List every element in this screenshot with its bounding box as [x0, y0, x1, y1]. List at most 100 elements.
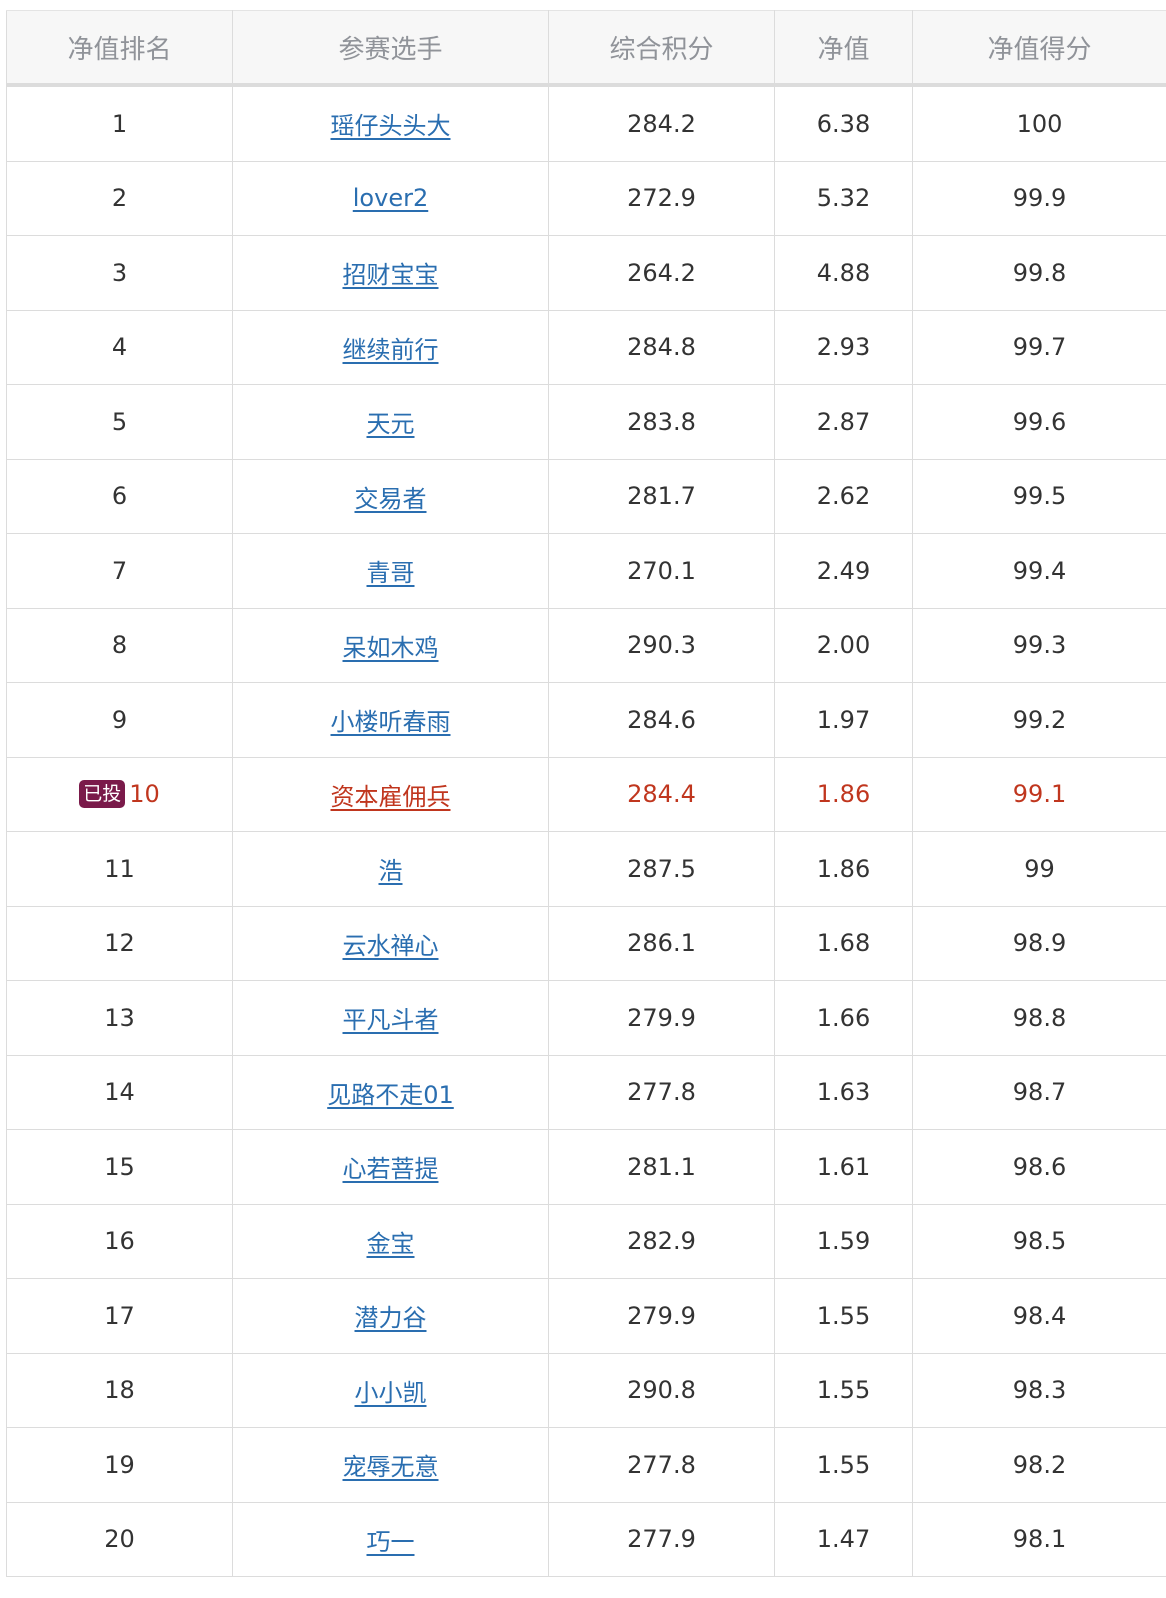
- player-link[interactable]: 潜力谷: [355, 1304, 427, 1332]
- column-header-rank[interactable]: 净值排名: [6, 10, 233, 87]
- net-value-cell: 1.86: [774, 831, 913, 907]
- player-link[interactable]: 金宝: [367, 1230, 415, 1258]
- player-link[interactable]: 巧一: [367, 1528, 415, 1556]
- player-link[interactable]: 小楼听春雨: [331, 708, 451, 736]
- total-score-cell: 281.1: [548, 1129, 775, 1205]
- rank-value: 14: [104, 1078, 135, 1107]
- player-link[interactable]: 宠辱无意: [343, 1453, 439, 1481]
- player-cell: 资本雇佣兵: [232, 756, 549, 832]
- player-cell: 心若菩提: [232, 1129, 549, 1205]
- rank-cell: 17: [6, 1278, 233, 1354]
- net-value-score-cell: 98.2: [912, 1427, 1166, 1503]
- total-score-cell: 270.1: [548, 533, 775, 609]
- player-link[interactable]: 青哥: [367, 559, 415, 587]
- table-row: 4 继续前行 284.8 2.93 99.7: [6, 309, 1166, 385]
- table-row: 6 交易者 281.7 2.62 99.5: [6, 458, 1166, 534]
- net-value-score-cell: 99.5: [912, 458, 1166, 534]
- player-cell: 宠辱无意: [232, 1427, 549, 1503]
- total-score-cell: 279.9: [548, 1278, 775, 1354]
- rank-value: 9: [111, 705, 128, 734]
- net-value-cell: 1.86: [774, 756, 913, 832]
- rank-cell: 11: [6, 831, 233, 907]
- total-score-cell: 284.2: [548, 84, 775, 162]
- rank-cell: 18: [6, 1352, 233, 1428]
- player-link[interactable]: 招财宝宝: [343, 261, 439, 289]
- rank-cell: 2: [6, 160, 233, 236]
- table-row: 2 lover2 272.9 5.32 99.9: [6, 160, 1166, 236]
- table-row: 7 青哥 270.1 2.49 99.4: [6, 533, 1166, 609]
- player-link[interactable]: 天元: [367, 410, 415, 438]
- net-value-score-cell: 98.1: [912, 1501, 1166, 1577]
- net-value-cell: 4.88: [774, 235, 913, 311]
- net-value-score-cell: 98.3: [912, 1352, 1166, 1428]
- rank-value: 4: [111, 333, 128, 362]
- ranking-table-container: 净值排名 参赛选手 综合积分 净值 净值得分 1 瑶仔头头大 284.2 6.38 10…: [6, 10, 1166, 1577]
- rank-value: 19: [104, 1450, 135, 1479]
- total-score-cell: 277.9: [548, 1501, 775, 1577]
- net-value-score-cell: 100: [912, 84, 1166, 162]
- table-row: 16 金宝 282.9 1.59 98.5: [6, 1203, 1166, 1279]
- player-link[interactable]: 平凡斗者: [343, 1006, 439, 1034]
- net-value-cell: 1.55: [774, 1427, 913, 1503]
- player-cell: 平凡斗者: [232, 980, 549, 1056]
- player-link[interactable]: 云水禅心: [343, 932, 439, 960]
- rank-cell: 19: [6, 1427, 233, 1503]
- net-value-cell: 1.97: [774, 682, 913, 758]
- total-score-cell: 277.8: [548, 1054, 775, 1130]
- total-score-cell: 284.6: [548, 682, 775, 758]
- player-link[interactable]: 心若菩提: [343, 1155, 439, 1183]
- player-cell: 潜力谷: [232, 1278, 549, 1354]
- total-score-cell: 281.7: [548, 458, 775, 534]
- player-link[interactable]: 浩: [379, 857, 403, 885]
- net-value-cell: 1.47: [774, 1501, 913, 1577]
- player-link[interactable]: 见路不走01: [327, 1081, 454, 1109]
- net-value-score-cell: 99.3: [912, 607, 1166, 683]
- rank-value: 18: [104, 1376, 135, 1405]
- net-value-score-cell: 98.5: [912, 1203, 1166, 1279]
- player-cell: 巧一: [232, 1501, 549, 1577]
- total-score-cell: 287.5: [548, 831, 775, 907]
- total-score-cell: 284.8: [548, 309, 775, 385]
- player-cell: 天元: [232, 384, 549, 460]
- table-row: 18 小小凯 290.8 1.55 98.3: [6, 1352, 1166, 1428]
- rank-cell: 13: [6, 980, 233, 1056]
- rank-value: 12: [104, 929, 135, 958]
- rank-cell: 14: [6, 1054, 233, 1130]
- player-link[interactable]: 交易者: [355, 485, 427, 513]
- rank-cell: 7: [6, 533, 233, 609]
- player-cell: 继续前行: [232, 309, 549, 385]
- player-link[interactable]: 瑶仔头头大: [331, 112, 451, 140]
- rank-value: 3: [111, 258, 128, 287]
- column-header-net-value-score[interactable]: 净值得分: [912, 10, 1166, 87]
- player-link[interactable]: 呆如木鸡: [343, 634, 439, 662]
- player-cell: 交易者: [232, 458, 549, 534]
- rank-cell: 5: [6, 384, 233, 460]
- player-cell: 瑶仔头头大: [232, 84, 549, 162]
- player-link[interactable]: 资本雇佣兵: [331, 783, 451, 811]
- rank-value: 2: [111, 184, 128, 213]
- net-value-score-cell: 98.4: [912, 1278, 1166, 1354]
- rank-cell: 16: [6, 1203, 233, 1279]
- net-value-cell: 1.55: [774, 1278, 913, 1354]
- net-value-cell: 1.55: [774, 1352, 913, 1428]
- player-link[interactable]: lover2: [353, 184, 428, 212]
- column-header-total-score[interactable]: 综合积分: [548, 10, 775, 87]
- column-header-player[interactable]: 参赛选手: [232, 10, 549, 87]
- rank-cell: 已投 10: [6, 756, 233, 832]
- column-header-net-value[interactable]: 净值: [774, 10, 913, 87]
- net-value-score-cell: 99: [912, 831, 1166, 907]
- rank-value: 6: [111, 482, 128, 511]
- table-row: 15 心若菩提 281.1 1.61 98.6: [6, 1129, 1166, 1205]
- player-link[interactable]: 小小凯: [355, 1379, 427, 1407]
- net-value-score-cell: 99.9: [912, 160, 1166, 236]
- rank-value: 7: [111, 556, 128, 585]
- table-body: 1 瑶仔头头大 284.2 6.38 100 2 lover2 272.9 5.32 99.9 3 招…: [6, 84, 1166, 1577]
- rank-value: 8: [111, 631, 128, 660]
- table-row: 11 浩 287.5 1.86 99: [6, 831, 1166, 907]
- rank-value: 20: [104, 1525, 135, 1554]
- rank-value: 13: [104, 1003, 135, 1032]
- total-score-cell: 286.1: [548, 905, 775, 981]
- rank-cell: 9: [6, 682, 233, 758]
- player-link[interactable]: 继续前行: [343, 336, 439, 364]
- net-value-score-cell: 99.8: [912, 235, 1166, 311]
